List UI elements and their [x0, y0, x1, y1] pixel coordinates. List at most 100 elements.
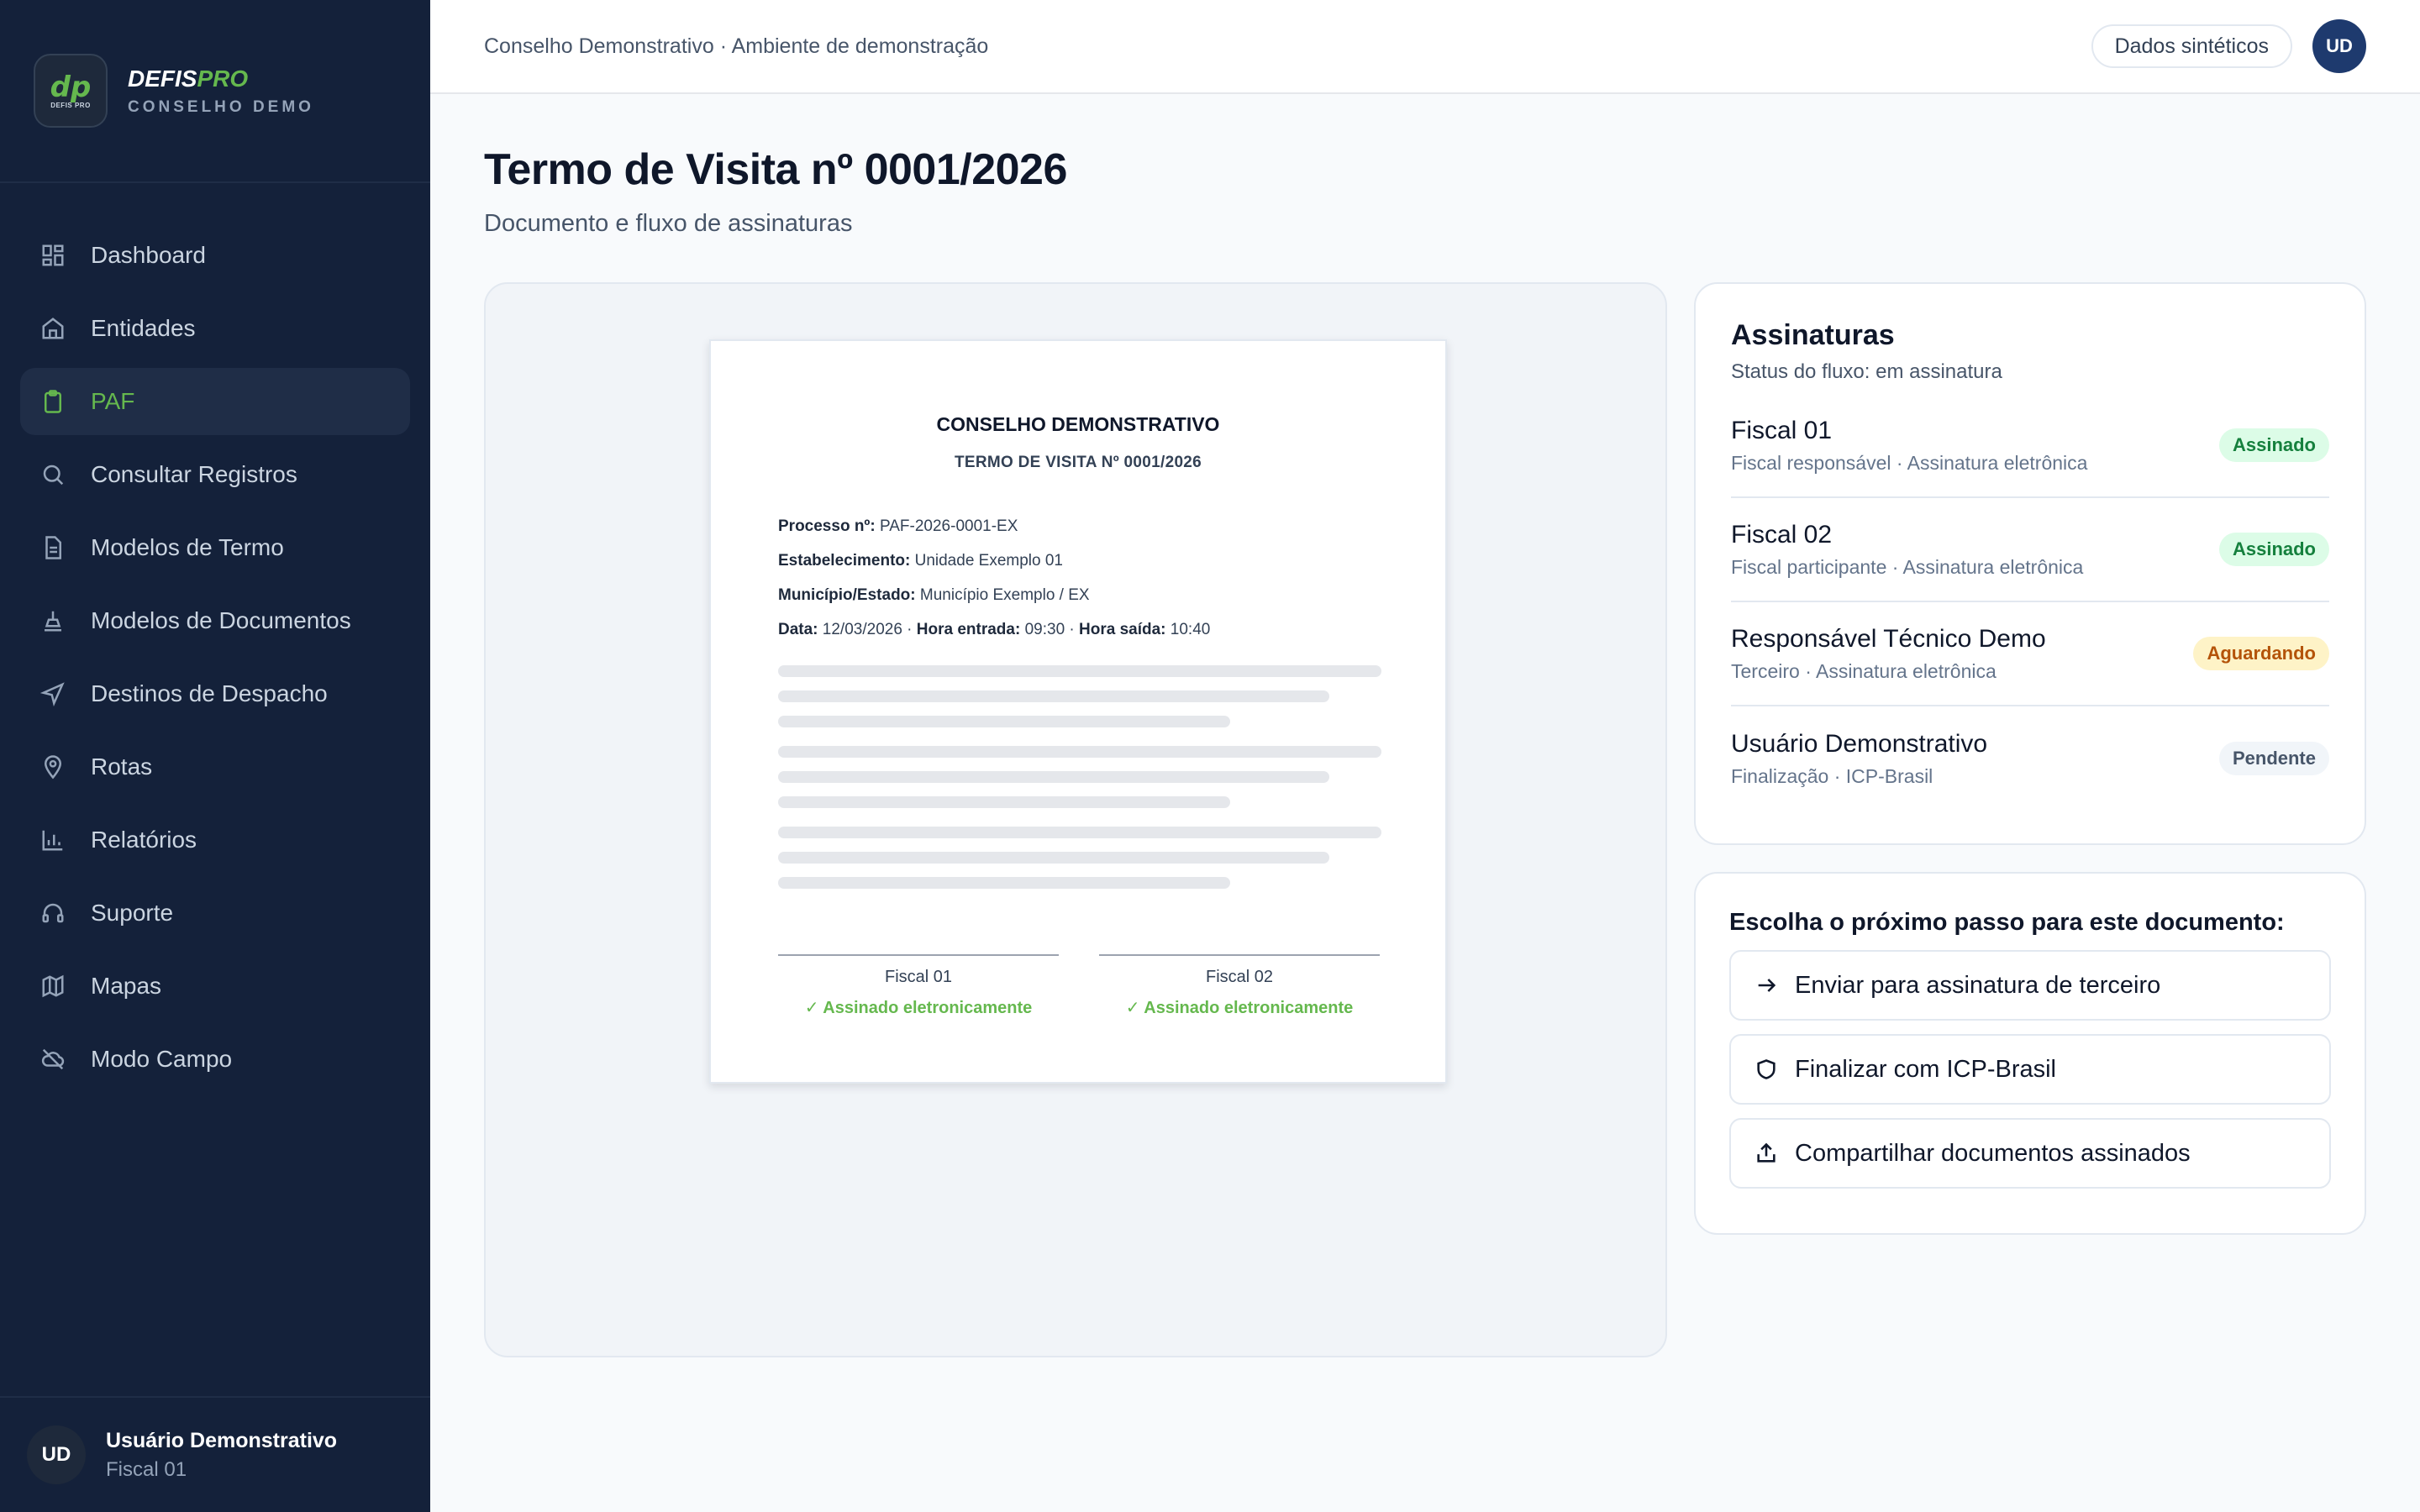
- sidebar-item-suporte[interactable]: Suporte: [20, 879, 410, 947]
- share-icon: [1754, 1142, 1778, 1165]
- flow-status: Status do fluxo: em assinatura: [1731, 360, 2002, 383]
- document-field-municipio: Município/Estado: Município Exemplo / EX: [778, 586, 1090, 604]
- sidebar-item-label: Consultar Registros: [91, 461, 297, 487]
- document-org: CONSELHO DEMONSTRATIVO: [936, 413, 1220, 435]
- status-badge: Pendente: [2218, 742, 2329, 775]
- sidebar-item-label: Suporte: [91, 900, 174, 926]
- signer-row: Usuário Demonstrativo Finalização · ICP-…: [1731, 706, 2329, 811]
- document-fields: Processo nº: PAF-2026-0001-EX Estabeleci…: [778, 517, 1383, 655]
- building-icon: [40, 316, 66, 341]
- sidebar-item-mapas[interactable]: Mapas: [20, 953, 410, 1020]
- map-icon: [40, 974, 66, 999]
- sidebar-item-label: Modelos de Termo: [91, 534, 284, 560]
- sidebar-item-paf[interactable]: PAF: [20, 368, 410, 435]
- logo-mark: dp: [50, 70, 92, 104]
- user-info: Usuário Demonstrativo Fiscal 01: [106, 1429, 337, 1482]
- signature-block-fiscal-02: Fiscal 02 ✓ Assinado eletronicamente: [1099, 954, 1380, 1018]
- user-role: Fiscal 01: [106, 1457, 187, 1481]
- arrow-right-icon: [1754, 974, 1778, 997]
- next-step-title: Escolha o próximo passo para este docume…: [1729, 909, 2285, 936]
- sidebar-item-modelos-termo[interactable]: Modelos de Termo: [20, 514, 410, 581]
- action-label: Finalizar com ICP-Brasil: [1795, 1055, 2056, 1083]
- status-badge: Assinado: [2218, 428, 2329, 462]
- finalize-icp-brasil-button[interactable]: Finalizar com ICP-Brasil: [1729, 1034, 2331, 1105]
- text-placeholder-line: [778, 771, 1329, 783]
- signer-row: Fiscal 01 Fiscal responsável · Assinatur…: [1731, 394, 2329, 498]
- sidebar-item-modo-campo[interactable]: Modo Campo: [20, 1026, 410, 1093]
- signer-name: Fiscal 01: [1731, 416, 1833, 444]
- headset-icon: [40, 900, 66, 926]
- send-icon: [40, 681, 66, 706]
- document-page: CONSELHO DEMONSTRATIVO TERMO DE VISITA N…: [709, 339, 1447, 1084]
- logo-small-text: DEFIS PRO: [50, 101, 91, 109]
- sidebar-item-label: Entidades: [91, 315, 196, 341]
- document-field-estabelecimento: Estabelecimento: Unidade Exemplo 01: [778, 552, 1063, 570]
- document-icon: [40, 535, 66, 560]
- text-placeholder-line: [778, 665, 1381, 677]
- shield-icon: [1754, 1058, 1778, 1081]
- stamp-icon: [40, 608, 66, 633]
- status-badge: Assinado: [2218, 533, 2329, 566]
- signer-description: Terceiro · Assinatura eletrônica: [1731, 659, 1996, 682]
- sidebar-item-destinos-despacho[interactable]: Destinos de Despacho: [20, 660, 410, 727]
- text-placeholder-line: [778, 796, 1230, 808]
- signer-name: Fiscal 02: [1731, 520, 1833, 549]
- sidebar-item-relatorios[interactable]: Relatórios: [20, 806, 410, 874]
- document-field-data: Data: 12/03/2026 · Hora entrada: 09:30 ·…: [778, 621, 1211, 638]
- document-preview-panel: CONSELHO DEMONSTRATIVO TERMO DE VISITA N…: [484, 282, 1667, 1357]
- signature-name: Fiscal 02: [1205, 968, 1274, 986]
- sidebar-item-consultar-registros[interactable]: Consultar Registros: [20, 441, 410, 508]
- cloud-off-icon: [40, 1047, 66, 1072]
- synthetic-data-badge: Dados sintéticos: [2091, 24, 2292, 68]
- brand-logo[interactable]: dp DEFIS PRO: [34, 54, 108, 128]
- signature-status: ✓ Assinado eletronicamente: [1125, 999, 1354, 1017]
- brand: dp DEFIS PRO DEFISPRO CONSELHO DEMO: [0, 0, 430, 183]
- top-bar-right: Dados sintéticos UD: [2091, 19, 2366, 73]
- avatar: UD: [27, 1425, 86, 1484]
- map-pin-icon: [40, 754, 66, 780]
- text-placeholder-line: [778, 877, 1230, 889]
- sidebar-item-label: Destinos de Despacho: [91, 680, 328, 706]
- sidebar-item-label: Modelos de Documentos: [91, 607, 351, 633]
- sidebar-item-label: Mapas: [91, 973, 162, 999]
- document-field-processo: Processo nº: PAF-2026-0001-EX: [778, 517, 1018, 535]
- sidebar-item-entidades[interactable]: Entidades: [20, 295, 410, 362]
- sidebar-item-dashboard[interactable]: Dashboard: [20, 222, 410, 289]
- signer-description: Fiscal participante · Assinatura eletrôn…: [1731, 555, 2084, 578]
- status-badge: Aguardando: [2193, 637, 2329, 670]
- brand-subtitle: CONSELHO DEMO: [128, 98, 314, 116]
- breadcrumb: Conselho Demonstrativo · Ambiente de dem…: [484, 34, 989, 58]
- page-subtitle: Documento e fluxo de assinaturas: [484, 210, 853, 237]
- bar-chart-icon: [40, 827, 66, 853]
- user-name: Usuário Demonstrativo: [106, 1428, 338, 1452]
- brand-name-main: DEFIS: [128, 66, 197, 92]
- signer-description: Finalização · ICP-Brasil: [1731, 764, 1933, 787]
- top-bar: Conselho Demonstrativo · Ambiente de dem…: [430, 0, 2420, 94]
- signature-name: Fiscal 01: [884, 968, 953, 986]
- text-placeholder-line: [778, 690, 1329, 702]
- sidebar-item-label: Dashboard: [91, 242, 206, 268]
- next-step-card: Escolha o próximo passo para este docume…: [1694, 872, 2366, 1235]
- sidebar-item-label: Relatórios: [91, 827, 197, 853]
- signer-list: Fiscal 01 Fiscal responsável · Assinatur…: [1731, 394, 2329, 811]
- avatar[interactable]: UD: [2312, 19, 2366, 73]
- signer-row: Responsável Técnico Demo Terceiro · Assi…: [1731, 602, 2329, 706]
- text-placeholder-line: [778, 827, 1381, 838]
- sidebar-item-label: PAF: [91, 388, 135, 414]
- sidebar-user[interactable]: UD Usuário Demonstrativo Fiscal 01: [0, 1396, 430, 1512]
- signatures-title: Assinaturas: [1731, 319, 1895, 351]
- text-placeholder-line: [778, 716, 1230, 727]
- page-title: Termo de Visita nº 0001/2026: [484, 145, 1067, 194]
- send-to-third-party-button[interactable]: Enviar para assinatura de terceiro: [1729, 950, 2331, 1021]
- document-title: TERMO DE VISITA Nº 0001/2026: [954, 454, 1202, 471]
- signatures-card: Assinaturas Status do fluxo: em assinatu…: [1694, 282, 2366, 845]
- action-label: Compartilhar documentos assinados: [1795, 1139, 2191, 1167]
- sidebar-item-label: Modo Campo: [91, 1046, 233, 1072]
- brand-name: DEFISPRO: [128, 65, 314, 93]
- sidebar-item-rotas[interactable]: Rotas: [20, 733, 410, 801]
- share-signed-documents-button[interactable]: Compartilhar documentos assinados: [1729, 1118, 2331, 1189]
- brand-name-accent: PRO: [197, 66, 249, 92]
- sidebar-item-modelos-documentos[interactable]: Modelos de Documentos: [20, 587, 410, 654]
- sidebar-item-label: Rotas: [91, 753, 153, 780]
- action-label: Enviar para assinatura de terceiro: [1795, 971, 2161, 999]
